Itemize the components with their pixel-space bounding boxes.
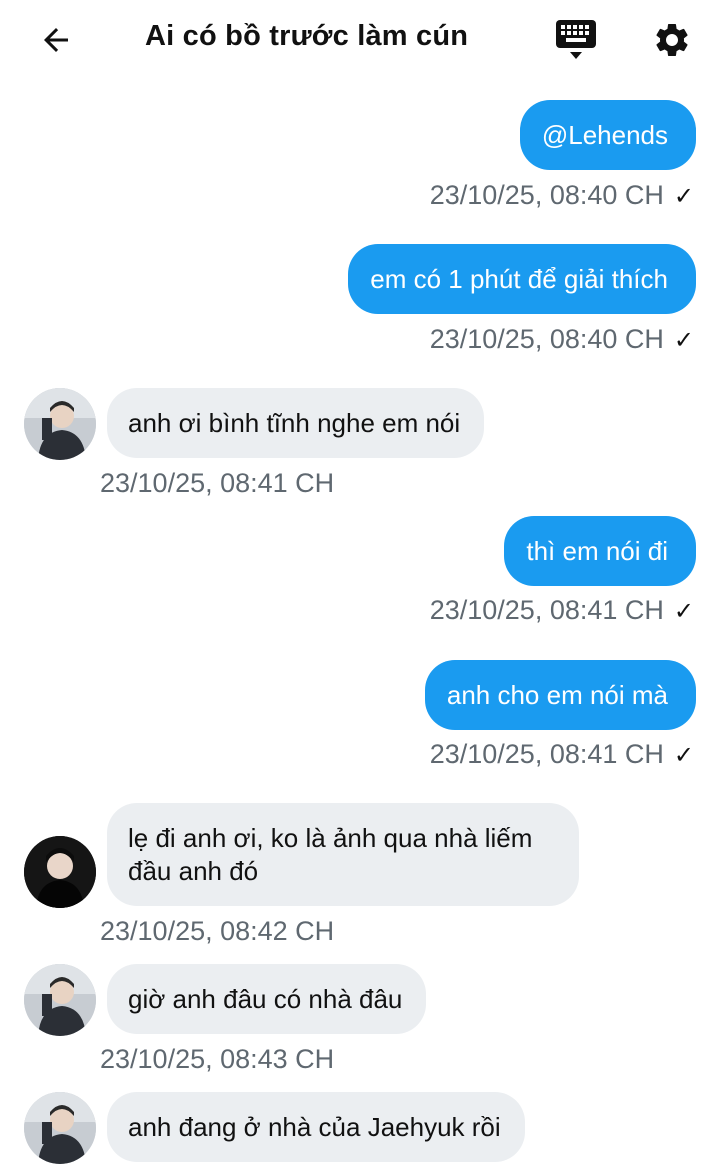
timestamp-text: 23/10/25, 08:41 CH — [100, 468, 335, 498]
avatar[interactable] — [24, 1092, 96, 1164]
message-timestamp: 23/10/25, 08:41 CH — [100, 468, 334, 499]
check-icon: ✓ — [673, 742, 694, 769]
timestamp-text: 23/10/25, 08:42 CH — [100, 916, 335, 946]
message-thread[interactable]: @Lehends 23/10/25, 08:40 CH ✓ em có 1 phú… — [0, 80, 720, 1175]
outgoing-message-bubble[interactable]: @Lehends — [519, 100, 696, 170]
message-timestamp: 23/10/25, 08:43 CH — [100, 1044, 334, 1075]
incoming-message-bubble[interactable]: giờ anh đâu có nhà đâu — [107, 964, 427, 1034]
back-arrow-icon — [44, 28, 68, 52]
avatar-image — [24, 964, 96, 1036]
message-timestamp: 23/10/25, 08:40 CH ✓ — [430, 324, 694, 355]
settings-button[interactable] — [648, 16, 696, 64]
incoming-message-bubble[interactable]: anh đang ở nhà của Jaehyuk rồi — [107, 1092, 525, 1162]
message-timestamp: 23/10/25, 08:40 CH ✓ — [430, 180, 694, 211]
outgoing-message-bubble[interactable]: anh cho em nói mà — [424, 660, 696, 730]
timestamp-text: 23/10/25, 08:41 CH — [429, 595, 664, 625]
conversation-title: Ai có bồ trước làm cún — [145, 20, 469, 52]
message-text: lẹ đi anh ơi, ko là ảnh qua nhà liếm đầu… — [128, 823, 533, 886]
avatar[interactable] — [24, 836, 96, 908]
message-timestamp: 23/10/25, 08:41 CH ✓ — [430, 739, 694, 770]
avatar[interactable] — [24, 964, 96, 1036]
avatar-image — [24, 388, 96, 460]
message-text: giờ anh đâu có nhà đâu — [128, 984, 403, 1014]
back-button[interactable] — [32, 18, 80, 62]
message-text: thì em nói đi — [526, 536, 668, 566]
check-icon: ✓ — [673, 598, 694, 625]
message-timestamp: 23/10/25, 08:42 CH — [100, 916, 334, 947]
gear-icon — [656, 23, 688, 56]
message-text: em có 1 phút để giải thích — [370, 264, 668, 294]
incoming-message-bubble[interactable]: lẹ đi anh ơi, ko là ảnh qua nhà liếm đầu… — [107, 803, 579, 906]
message-text: anh ơi bình tĩnh nghe em nói — [128, 408, 461, 438]
message-text: anh đang ở nhà của Jaehyuk rồi — [128, 1112, 501, 1142]
outgoing-message-bubble[interactable]: em có 1 phút để giải thích — [348, 244, 696, 314]
chat-header: Ai có bồ trước làm cún — [0, 0, 720, 80]
avatar-image — [24, 1092, 96, 1164]
timestamp-text: 23/10/25, 08:43 CH — [100, 1044, 335, 1074]
check-icon: ✓ — [673, 327, 694, 354]
timestamp-text: 23/10/25, 08:40 CH — [429, 180, 664, 210]
outgoing-message-bubble[interactable]: thì em nói đi — [504, 516, 696, 586]
message-text: anh cho em nói mà — [446, 680, 668, 710]
keyboard-button[interactable] — [552, 16, 600, 64]
message-text: @Lehends — [541, 120, 668, 150]
timestamp-text: 23/10/25, 08:41 CH — [429, 739, 664, 769]
check-icon: ✓ — [673, 183, 694, 210]
message-timestamp: 23/10/25, 08:41 CH ✓ — [430, 595, 694, 626]
avatar[interactable] — [24, 388, 96, 460]
keyboard-icon — [556, 20, 596, 59]
incoming-message-bubble[interactable]: anh ơi bình tĩnh nghe em nói — [107, 388, 485, 458]
timestamp-text: 23/10/25, 08:40 CH — [429, 324, 664, 354]
avatar-image — [24, 836, 96, 908]
